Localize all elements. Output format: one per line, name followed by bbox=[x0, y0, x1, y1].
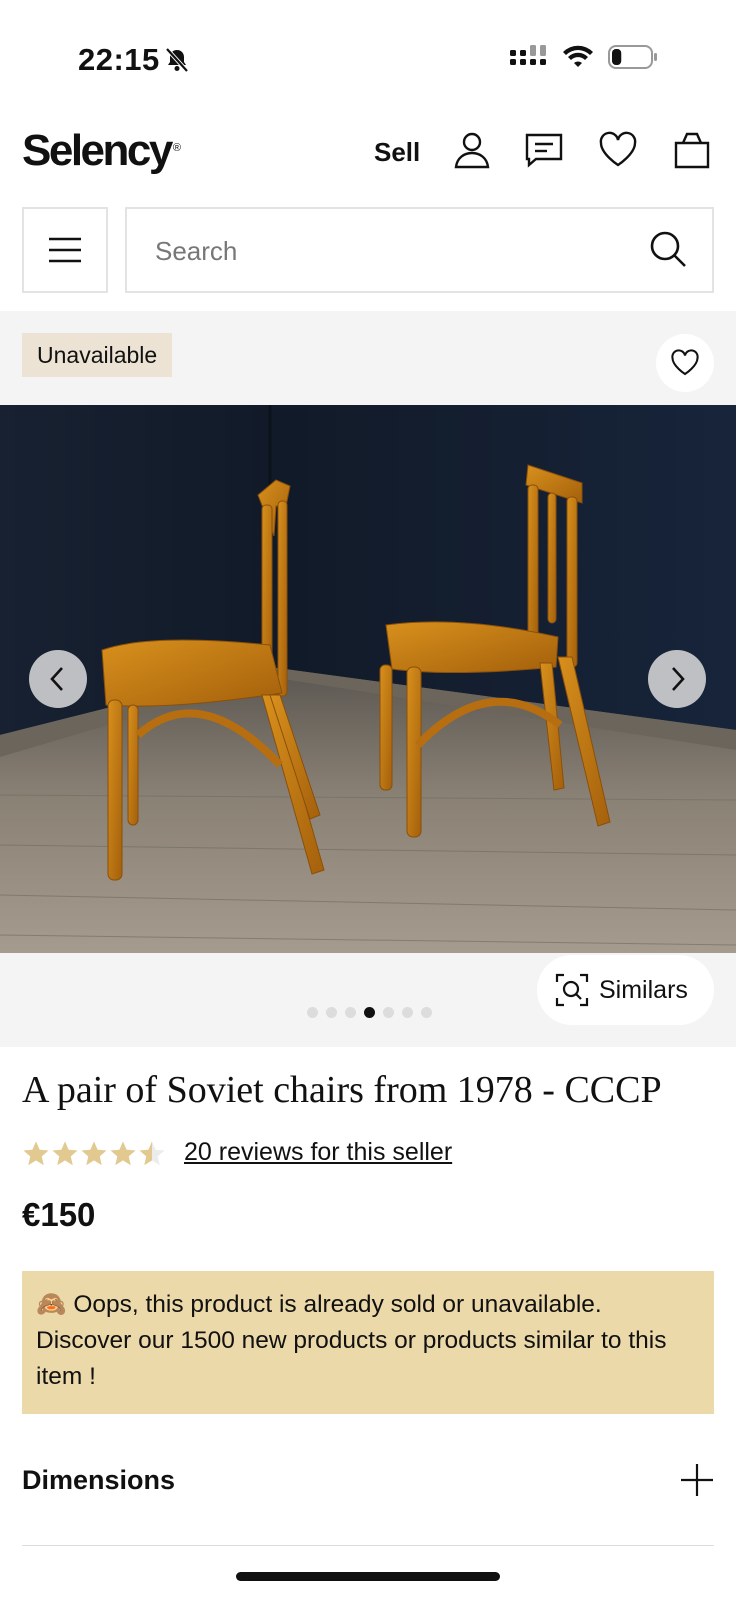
pagination-dot[interactable] bbox=[383, 1007, 394, 1018]
status-time: 22:15 bbox=[78, 42, 160, 77]
heart-icon[interactable] bbox=[598, 130, 638, 170]
star-icon bbox=[110, 1141, 136, 1166]
hamburger-icon bbox=[49, 237, 81, 263]
pagination-dot[interactable] bbox=[402, 1007, 413, 1018]
similars-label: Similars bbox=[599, 975, 688, 1004]
product-price: €150 bbox=[22, 1196, 96, 1233]
bag-icon[interactable] bbox=[672, 130, 712, 170]
monkey-emoji-icon: 🙈 bbox=[36, 1291, 67, 1318]
previous-image-button[interactable] bbox=[29, 650, 87, 708]
dimensions-accordion[interactable]: Dimensions bbox=[22, 1455, 714, 1505]
pagination-dot[interactable] bbox=[307, 1007, 318, 1018]
heart-icon bbox=[671, 349, 699, 376]
similars-button[interactable]: Similars bbox=[537, 955, 714, 1025]
unavailable-badge: Unavailable bbox=[22, 333, 173, 377]
gallery-pagination bbox=[307, 1007, 432, 1018]
product-photo[interactable] bbox=[0, 405, 736, 953]
status-indicators bbox=[510, 44, 658, 70]
user-icon[interactable] bbox=[452, 130, 492, 170]
pagination-dot[interactable] bbox=[345, 1007, 356, 1018]
next-image-button[interactable] bbox=[648, 650, 706, 708]
star-icon bbox=[139, 1141, 165, 1166]
search-input[interactable] bbox=[153, 209, 617, 293]
selency-logo[interactable]: Selency ® bbox=[22, 126, 181, 176]
pagination-dot[interactable] bbox=[421, 1007, 432, 1018]
wifi-icon bbox=[563, 45, 593, 67]
pagination-dot[interactable] bbox=[326, 1007, 337, 1018]
visual-search-icon bbox=[555, 973, 589, 1007]
bell-muted-icon bbox=[165, 47, 189, 73]
unavailable-notice: 🙈 Oops, this product is already sold or … bbox=[22, 1271, 714, 1414]
search-icon[interactable] bbox=[648, 229, 688, 269]
chevron-right-icon bbox=[672, 667, 685, 691]
star-icon bbox=[52, 1141, 78, 1166]
home-indicator[interactable] bbox=[236, 1572, 500, 1581]
pagination-dot[interactable] bbox=[364, 1007, 375, 1018]
chevron-left-icon bbox=[50, 667, 63, 691]
star-icon bbox=[23, 1141, 49, 1166]
star-icon bbox=[81, 1141, 107, 1166]
cellular-signal-icon bbox=[510, 45, 546, 65]
plus-icon[interactable] bbox=[680, 1463, 714, 1497]
menu-button[interactable] bbox=[22, 207, 108, 293]
search-bar[interactable] bbox=[125, 207, 714, 293]
chat-icon[interactable] bbox=[524, 130, 564, 170]
section-divider bbox=[22, 1545, 714, 1546]
dimensions-label: Dimensions bbox=[22, 1464, 176, 1495]
battery-icon bbox=[608, 45, 657, 69]
sell-link[interactable]: Sell bbox=[374, 137, 420, 168]
favorite-button[interactable] bbox=[656, 334, 714, 392]
seller-reviews-link[interactable]: 20 reviews for this seller bbox=[184, 1138, 452, 1167]
rating-stars bbox=[22, 1140, 166, 1167]
product-title: A pair of Soviet chairs from 1978 - CCCP bbox=[22, 1069, 662, 1111]
notice-text: Oops, this product is already sold or un… bbox=[36, 1291, 667, 1390]
